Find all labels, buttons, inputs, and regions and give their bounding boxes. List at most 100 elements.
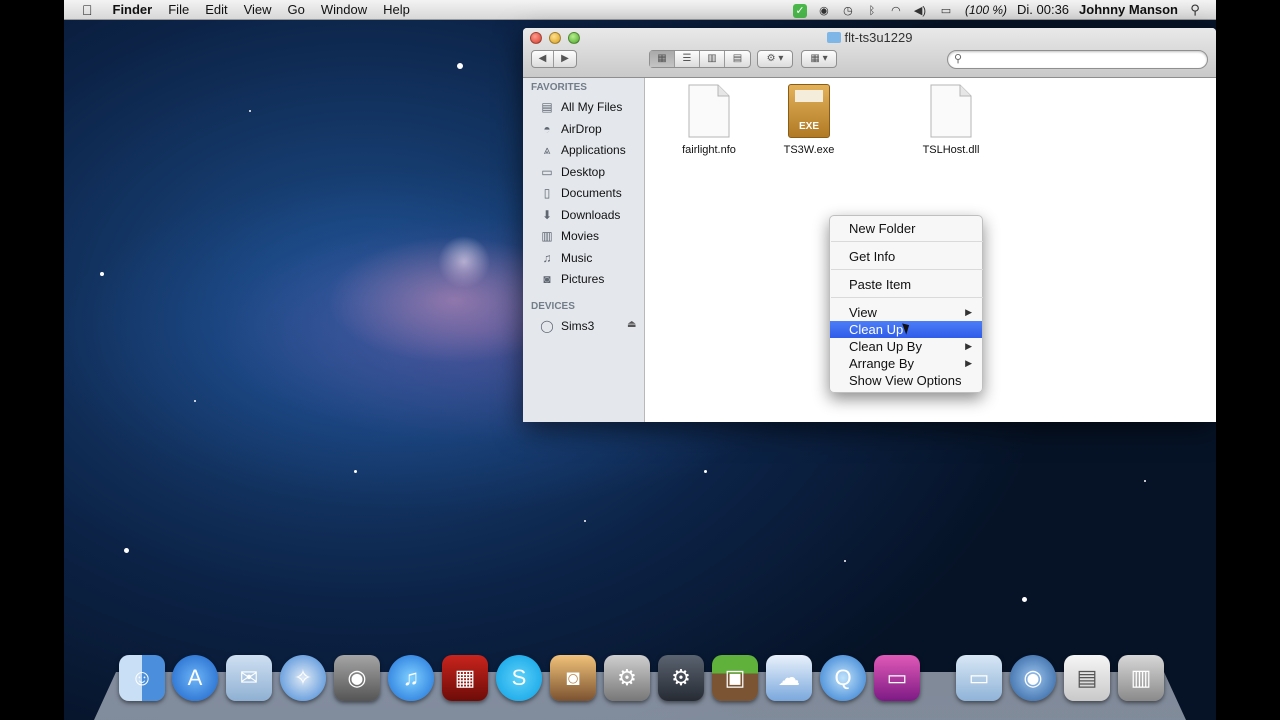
sidebar-item-sims3[interactable]: ◯ Sims3 [539, 316, 639, 336]
star [457, 63, 463, 69]
menu-separator [831, 241, 983, 242]
sidebar-item-label: AirDrop [561, 122, 602, 136]
steam-dock-icon[interactable]: ⚙ [658, 655, 704, 701]
battery-icon[interactable]: ▭ [932, 0, 960, 20]
sidebar-item-label: Downloads [561, 208, 621, 222]
column-view-button[interactable]: ▥ [700, 51, 725, 67]
sidebar-item-label: Applications [561, 143, 626, 157]
window-title-text: flt-ts3u1229 [844, 30, 913, 45]
devices-header: DEVICES [531, 301, 575, 312]
music-icon: ♫ [542, 251, 552, 265]
system-preferences-dock-icon[interactable]: ⚙ [604, 655, 650, 701]
itunes-dock-icon[interactable]: ♫ [388, 655, 434, 701]
app-store-dock-icon[interactable]: A [172, 655, 218, 701]
menu-item-arrange-by[interactable]: Arrange By ▶ [830, 355, 982, 372]
menu-separator [831, 269, 983, 270]
trash-dock-icon[interactable]: ▥ [1118, 655, 1164, 701]
sidebar-item-desktop[interactable]: ▭ Desktop [539, 162, 605, 182]
menu-go[interactable]: Go [280, 0, 313, 20]
forward-button[interactable]: ▶ [554, 51, 576, 67]
facetime-dock-icon[interactable]: ◉ [334, 655, 380, 701]
openoffice-dock-icon[interactable]: ☁ [766, 655, 812, 701]
status-app-icon[interactable]: ◉ [812, 0, 836, 20]
star [1022, 597, 1027, 602]
favorites-header: FAVORITES [531, 82, 587, 93]
menu-item-show-view-options[interactable]: Show View Options [830, 372, 982, 389]
back-button[interactable]: ◀ [532, 51, 554, 67]
skype-dock-icon[interactable]: S [496, 655, 542, 701]
quicktime-dock-icon[interactable]: Q [820, 655, 866, 701]
star [100, 272, 104, 276]
file-item[interactable]: TSLHost.dll [906, 84, 996, 156]
submenu-arrow-icon: ▶ [965, 307, 972, 317]
disk-utility-dock-icon[interactable]: ◉ [1010, 655, 1056, 701]
sidebar-item-pictures[interactable]: ◙ Pictures [539, 269, 604, 289]
minecraft-dock-icon[interactable]: ▣ [712, 655, 758, 701]
clock[interactable]: Di. 00:36 [1012, 0, 1074, 20]
menu-item-label: View [849, 305, 877, 320]
photo-booth-dock-icon[interactable]: ▦ [442, 655, 488, 701]
search-field[interactable]: ⚲ [947, 50, 1208, 69]
app-menu[interactable]: Finder [105, 0, 161, 20]
iphoto-dock-icon[interactable]: ◙ [550, 655, 596, 701]
apple-menu-icon[interactable]:  [64, 0, 105, 20]
action-menu-button[interactable]: ⚙ ▾ [757, 50, 793, 68]
bluetooth-icon[interactable]: ᛒ [860, 0, 884, 20]
menu-item-clean-up-by[interactable]: Clean Up By ▶ [830, 338, 982, 355]
star [194, 400, 196, 402]
sidebar-item-documents[interactable]: ▯ Documents [539, 183, 622, 203]
user-menu[interactable]: Johnny Manson [1074, 0, 1183, 20]
time-machine-icon[interactable]: ◷ [836, 0, 860, 20]
menu-item-label: Clean Up By [849, 339, 922, 354]
finder-dock-icon[interactable]: ☺ [119, 655, 165, 701]
menu-item-paste-item[interactable]: Paste Item [830, 276, 982, 293]
star [354, 470, 357, 473]
cleanmymac-dock-icon[interactable]: ▭ [874, 655, 920, 701]
menu-view[interactable]: View [236, 0, 280, 20]
star [704, 470, 707, 473]
star [1144, 480, 1146, 482]
file-name: TS3W.exe [783, 144, 835, 156]
volume-icon[interactable]: ◀) [908, 0, 932, 20]
star [584, 520, 586, 522]
wifi-icon[interactable]: ◠ [884, 0, 908, 20]
coverflow-view-button[interactable]: ▤ [725, 51, 750, 67]
status-check-icon[interactable]: ✓ [788, 0, 812, 20]
menu-separator [831, 297, 983, 298]
mail-dock-icon[interactable]: ✉ [226, 655, 272, 701]
file-item[interactable]: EXE TS3W.exe [764, 84, 854, 156]
battery-percent: (100 %) [964, 2, 1007, 17]
generic-document-icon [688, 84, 730, 138]
sidebar-item-all-my-files[interactable]: ▤ All My Files [539, 97, 622, 117]
eject-icon[interactable]: ⏏ [627, 319, 636, 330]
menu-file[interactable]: File [160, 0, 197, 20]
exe-file-icon: EXE [788, 84, 830, 138]
menu-edit[interactable]: Edit [197, 0, 235, 20]
downloads-stack-dock-icon[interactable]: ▤ [1064, 655, 1110, 701]
sidebar-item-label: Sims3 [561, 319, 595, 333]
icon-view-button[interactable]: ▦ [650, 51, 675, 67]
list-view-button[interactable]: ☰ [675, 51, 700, 67]
downloads-icon: ⬇ [541, 208, 553, 222]
sidebar-item-applications[interactable]: ⩓ Applications [539, 140, 626, 160]
window-toolbar: flt-ts3u1229 ◀ ▶ ▦ ☰ ▥ ▤ ⚙ ▾ ▦ ▾ ⚲ [523, 28, 1216, 78]
exe-badge: EXE [798, 121, 819, 132]
menu-item-label: Arrange By [849, 356, 915, 371]
documents-icon: ▯ [543, 186, 551, 200]
menu-item-view[interactable]: View ▶ [830, 304, 982, 321]
menu-window[interactable]: Window [313, 0, 375, 20]
safari-dock-icon[interactable]: ✧ [280, 655, 326, 701]
file-item[interactable]: fairlight.nfo [664, 84, 754, 156]
sidebar-item-airdrop[interactable]: ◓ AirDrop [539, 119, 602, 139]
menu-help[interactable]: Help [375, 0, 418, 20]
sidebar-item-movies[interactable]: ▥ Movies [539, 226, 599, 246]
search-input[interactable] [970, 52, 1200, 67]
folder-icon [826, 32, 841, 43]
sidebar-item-downloads[interactable]: ⬇ Downloads [539, 205, 620, 225]
menu-item-get-info[interactable]: Get Info [830, 248, 982, 265]
applications-folder-dock-icon[interactable]: ▭ [956, 655, 1002, 701]
arrange-menu-button[interactable]: ▦ ▾ [801, 50, 837, 68]
menu-item-new-folder[interactable]: New Folder [830, 220, 982, 237]
spotlight-icon[interactable]: ⚲ [1183, 0, 1216, 20]
sidebar-item-music[interactable]: ♫ Music [539, 248, 593, 268]
